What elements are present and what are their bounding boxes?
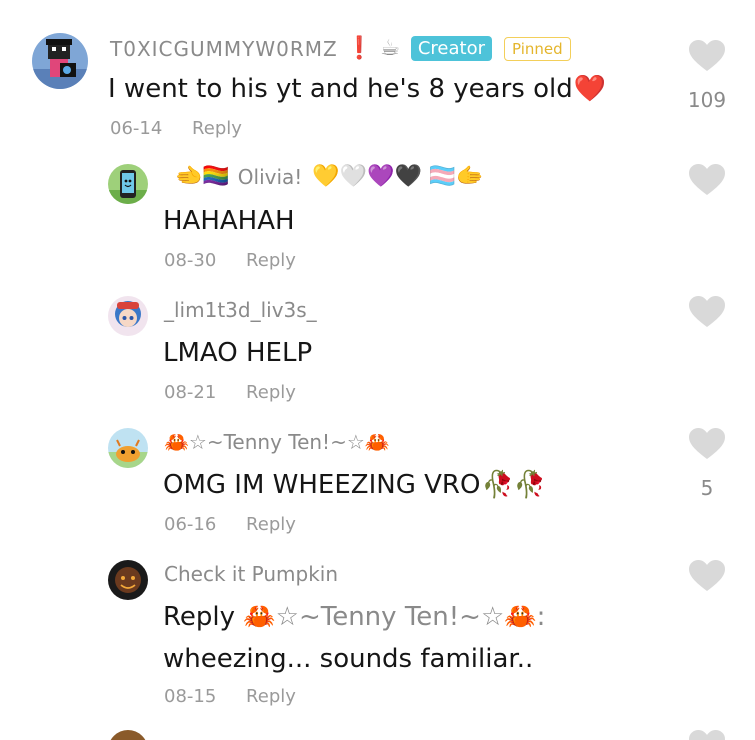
like-button[interactable]: 109: [687, 40, 727, 112]
heart-icon: [689, 730, 725, 740]
avatar-image: [108, 560, 148, 600]
heart-icon: [689, 296, 725, 327]
comment-text: HAHAHAH: [163, 206, 295, 236]
reply-button[interactable]: Reply: [246, 250, 296, 271]
comment-text: I went to his yt and he's 8 years old❤️: [108, 68, 607, 110]
reply-item: 🦀☆~Tenny Ten!~☆🦀 OMG IM WHEEZING VRO🥀🥀 0…: [0, 414, 755, 546]
wilted-rose-emoji: 🥀🥀: [481, 470, 547, 500]
comment-meta: 06-16 Reply: [164, 514, 296, 535]
comment-text-body: I went to his yt and he's 8 years old: [108, 74, 573, 104]
reply-prefix: Reply: [163, 602, 236, 632]
reply-button[interactable]: Reply: [192, 118, 242, 139]
comment-text-line: Reply 🦀☆~Tenny Ten!~☆🦀:: [163, 596, 545, 638]
comment-date: 08-21: [164, 382, 217, 403]
reply-button[interactable]: Reply: [246, 382, 296, 403]
comment-text: LMAO HELP: [163, 338, 313, 368]
comment-text-line: wheezing... sounds familiar..: [163, 644, 534, 674]
like-button[interactable]: [687, 164, 727, 196]
username-prefix-emoji: 🫲🏳️‍🌈: [175, 164, 230, 189]
reply-item: Check it Pumpkin Reply 🦀☆~Tenny Ten!~☆🦀:…: [0, 546, 755, 726]
reply-button[interactable]: Reply: [246, 686, 296, 707]
like-button[interactable]: [687, 560, 727, 592]
avatar[interactable]: [32, 33, 88, 89]
avatar[interactable]: [108, 560, 148, 600]
avatar[interactable]: [108, 296, 148, 336]
username-text: T0XICGUMMYW0RMZ: [110, 36, 338, 61]
reply-suffix: :: [536, 602, 546, 632]
comment-username[interactable]: T0XICGUMMYW0RMZ ❗ ☕ Creator Pinned: [110, 36, 571, 61]
comment-date: 06-16: [164, 514, 217, 535]
pinned-badge: Pinned: [504, 36, 571, 61]
comment-item: T0XICGUMMYW0RMZ ❗ ☕ Creator Pinned I wen…: [0, 0, 755, 150]
reply-item: _lim1t3d_liv3s_ LMAO HELP 08-21 Reply: [0, 282, 755, 414]
avatar-image: [32, 33, 88, 89]
comment-text: OMG IM WHEEZING VRO🥀🥀: [163, 464, 547, 506]
heart-icon: [689, 40, 725, 71]
comment-username[interactable]: Check it Pumpkin: [164, 562, 338, 586]
comment-date: 08-30: [164, 250, 217, 271]
comments-panel: T0XICGUMMYW0RMZ ❗ ☕ Creator Pinned I wen…: [0, 0, 755, 740]
heart-emoji: ❤️: [573, 74, 607, 104]
like-count: 109: [687, 88, 727, 112]
comment-date: 06-14: [110, 118, 163, 139]
avatar-image: [108, 428, 148, 468]
avatar-image: [108, 164, 148, 204]
comment-meta: 08-30 Reply: [164, 250, 296, 271]
comment-meta: 08-21 Reply: [164, 382, 296, 403]
heart-icon: [689, 428, 725, 459]
comment-username[interactable]: 🫲🏳️‍🌈 Olivia! 💛🤍💜🖤 🏳️‍⚧️🫱: [174, 164, 485, 189]
comment-username[interactable]: _lim1t3d_liv3s_: [164, 298, 317, 322]
avatar[interactable]: [108, 730, 148, 740]
comment-meta: 06-14 Reply: [110, 118, 242, 139]
avatar-image: [108, 730, 148, 740]
like-button[interactable]: [687, 296, 727, 328]
username-text: Olivia!: [237, 164, 303, 189]
comment-text-body: OMG IM WHEEZING VRO: [163, 470, 481, 500]
comment-date: 08-15: [164, 686, 217, 707]
reply-button[interactable]: Reply: [246, 514, 296, 535]
reply-item: 🫲🏳️‍🌈 Olivia! 💛🤍💜🖤 🏳️‍⚧️🫱 HAHAHAH 08-30 …: [0, 150, 755, 282]
avatar-image: [108, 296, 148, 336]
heart-icon: [689, 560, 725, 591]
comment-username[interactable]: 🦀☆~Tenny Ten!~☆🦀: [164, 430, 390, 454]
comment-meta: 08-15 Reply: [164, 686, 296, 707]
username-emoji: 💛🤍💜🖤 🏳️‍⚧️🫱: [312, 164, 484, 189]
heart-icon: [689, 164, 725, 195]
reply-mention[interactable]: 🦀☆~Tenny Ten!~☆🦀: [243, 602, 536, 632]
avatar[interactable]: [108, 164, 148, 204]
creator-badge: Creator: [410, 36, 492, 61]
like-button[interactable]: [687, 730, 727, 740]
avatar[interactable]: [108, 428, 148, 468]
like-button[interactable]: 5: [687, 428, 727, 500]
like-count: 5: [700, 476, 714, 500]
username-emoji: ❗ ☕: [345, 36, 400, 61]
